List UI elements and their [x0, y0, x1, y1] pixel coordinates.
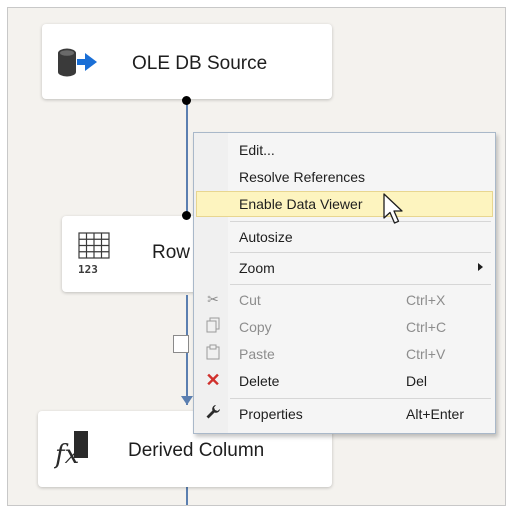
copy-icon	[204, 317, 222, 335]
menu-item-shortcut: Alt+Enter	[406, 406, 464, 422]
ole-db-source-component[interactable]: OLE DB Source	[42, 24, 332, 99]
menu-item-shortcut: Ctrl+V	[406, 346, 446, 362]
menu-item-delete[interactable]: ✕ Delete Del	[196, 368, 493, 394]
menu-item-cut[interactable]: ✂ Cut Ctrl+X	[196, 287, 493, 313]
component-label: OLE DB Source	[132, 53, 268, 74]
svg-text:fx: fx	[54, 440, 80, 469]
menu-item-label: Autosize	[239, 229, 293, 245]
delete-x-icon: ✕	[205, 370, 221, 390]
menu-item-label: Paste	[239, 346, 275, 362]
input-connector[interactable]	[182, 211, 191, 220]
path-arrowhead	[181, 396, 193, 405]
menu-item-label: Cut	[239, 292, 261, 308]
menu-item-label: Enable Data Viewer	[239, 196, 363, 212]
menu-item-label: Zoom	[239, 260, 275, 276]
menu-item-shortcut: Del	[406, 373, 428, 389]
menu-item-copy[interactable]: Copy Ctrl+C	[196, 314, 493, 340]
menu-item-enable-data-viewer[interactable]: Enable Data Viewer	[196, 191, 493, 217]
menu-item-label: Resolve References	[239, 169, 366, 185]
component-label: Derived Column	[128, 440, 265, 461]
context-menu: Edit... Resolve References Enable Data V…	[193, 132, 496, 434]
database-arrow-icon	[57, 47, 99, 77]
paste-icon	[204, 344, 222, 362]
component-label: Row	[152, 242, 191, 263]
menu-separator	[230, 398, 491, 399]
menu-item-properties[interactable]: Properties Alt+Enter	[196, 401, 493, 427]
menu-item-label: Edit...	[239, 142, 275, 158]
menu-item-zoom[interactable]: Zoom	[196, 255, 493, 281]
wrench-icon	[204, 404, 222, 422]
menu-item-resolve-references[interactable]: Resolve References	[196, 164, 493, 190]
submenu-arrow-icon	[478, 263, 483, 271]
mouse-cursor-icon	[383, 193, 407, 227]
fx-icon: fx	[53, 429, 92, 470]
menu-item-shortcut: Ctrl+C	[406, 319, 447, 335]
path-magnifier-badge[interactable]	[173, 335, 189, 353]
data-path-line[interactable]	[186, 100, 188, 223]
grid-123-icon: 123	[76, 231, 112, 277]
menu-separator	[230, 221, 491, 222]
output-connector[interactable]	[182, 96, 191, 105]
menu-item-edit[interactable]: Edit...	[196, 137, 493, 163]
menu-item-label: Properties	[239, 406, 303, 422]
menu-item-shortcut: Ctrl+X	[406, 292, 446, 308]
menu-item-autosize[interactable]: Autosize	[196, 224, 493, 250]
menu-item-paste[interactable]: Paste Ctrl+V	[196, 341, 493, 367]
data-flow-canvas[interactable]: OLE DB Source 123 Row fx Derived Column …	[7, 7, 506, 506]
menu-separator	[230, 284, 491, 285]
scissors-icon: ✂	[207, 291, 219, 307]
menu-item-label: Delete	[239, 373, 280, 389]
menu-item-label: Copy	[239, 319, 272, 335]
menu-separator	[230, 252, 491, 253]
svg-text:123: 123	[78, 263, 98, 276]
